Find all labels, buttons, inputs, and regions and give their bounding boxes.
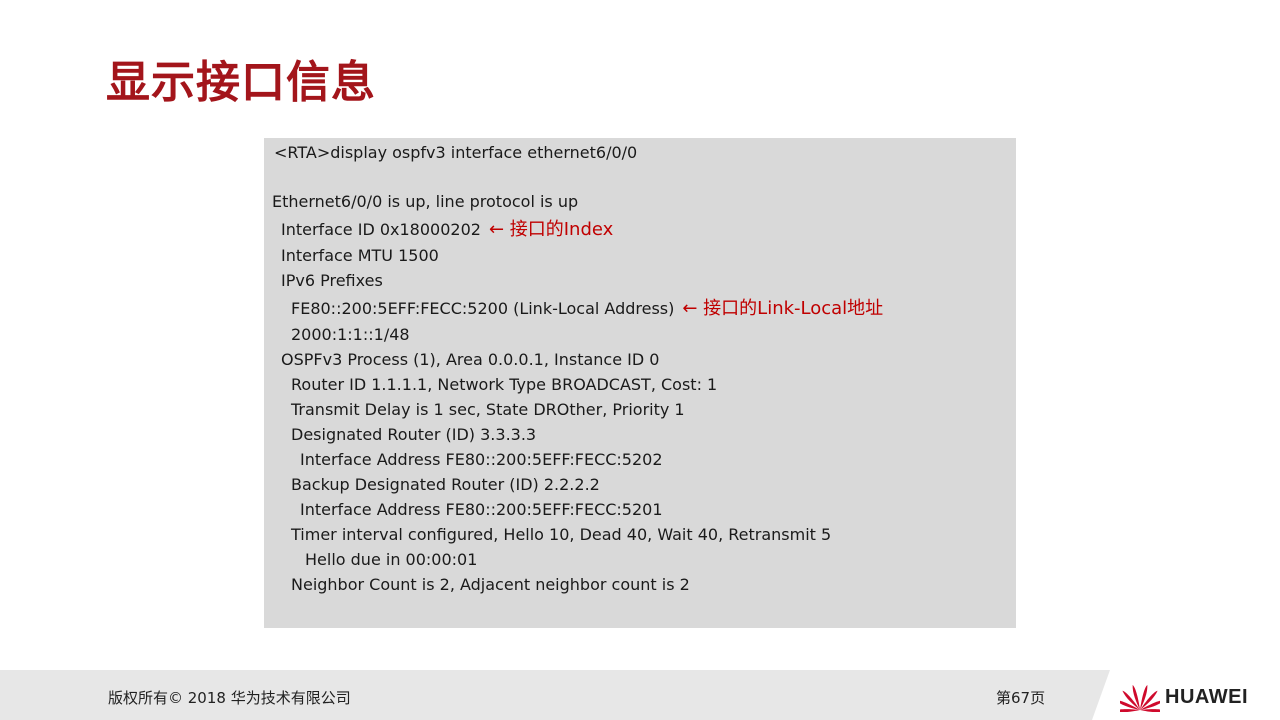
console-line: Ethernet6/0/0 is up, line protocol is up bbox=[272, 192, 578, 212]
console-line: Backup Designated Router (ID) 2.2.2.2 bbox=[291, 475, 600, 495]
console-line: FE80::200:5EFF:FECC:5200 (Link-Local Add… bbox=[291, 299, 883, 319]
brand-name: HUAWEI bbox=[1165, 686, 1248, 708]
console-line: 2000:1:1::1/48 bbox=[291, 325, 410, 345]
console-line: Hello due in 00:00:01 bbox=[305, 550, 477, 570]
huawei-logo-icon bbox=[1120, 684, 1160, 712]
console-line-text: Backup Designated Router (ID) 2.2.2.2 bbox=[291, 475, 600, 494]
console-line: Interface Address FE80::200:5EFF:FECC:52… bbox=[300, 450, 663, 470]
console-line: OSPFv3 Process (1), Area 0.0.0.1, Instan… bbox=[281, 350, 659, 370]
console-line: Interface MTU 1500 bbox=[281, 246, 439, 266]
console-line-text: 2000:1:1::1/48 bbox=[291, 325, 410, 344]
console-output-panel: <RTA>display ospfv3 interface ethernet6/… bbox=[264, 138, 1016, 628]
console-line: Timer interval configured, Hello 10, Dea… bbox=[291, 525, 831, 545]
console-line: Router ID 1.1.1.1, Network Type BROADCAS… bbox=[291, 375, 717, 395]
console-line-text: IPv6 Prefixes bbox=[281, 271, 383, 290]
copyright-text: 版权所有© 2018 华为技术有限公司 bbox=[108, 689, 351, 707]
console-line: Transmit Delay is 1 sec, State DROther, … bbox=[291, 400, 685, 420]
console-line-text: <RTA>display ospfv3 interface ethernet6/… bbox=[274, 143, 638, 162]
console-line-text: FE80::200:5EFF:FECC:5200 (Link-Local Add… bbox=[291, 299, 675, 318]
slide-title: 显示接口信息 bbox=[106, 57, 376, 108]
annotation-link-local: ← 接口的Link-Local地址 bbox=[682, 298, 884, 319]
console-line: Interface Address FE80::200:5EFF:FECC:52… bbox=[300, 500, 663, 520]
console-line-text: Designated Router (ID) 3.3.3.3 bbox=[291, 425, 537, 444]
console-line-text: Ethernet6/0/0 is up, line protocol is up bbox=[272, 192, 579, 211]
console-line-text: OSPFv3 Process (1), Area 0.0.0.1, Instan… bbox=[281, 350, 660, 369]
console-line-text: Transmit Delay is 1 sec, State DROther, … bbox=[291, 400, 685, 419]
console-line-text: Neighbor Count is 2, Adjacent neighbor c… bbox=[291, 575, 690, 594]
console-line-text: Interface Address FE80::200:5EFF:FECC:52… bbox=[300, 450, 663, 469]
console-line-text: Interface MTU 1500 bbox=[281, 246, 439, 265]
console-line-text: Interface ID 0x18000202 bbox=[281, 220, 481, 239]
console-line-text: Hello due in 00:00:01 bbox=[305, 550, 478, 569]
page-number: 第67页 bbox=[996, 689, 1046, 707]
console-line-text: Interface Address FE80::200:5EFF:FECC:52… bbox=[300, 500, 663, 519]
console-line: IPv6 Prefixes bbox=[281, 271, 383, 291]
console-line: Neighbor Count is 2, Adjacent neighbor c… bbox=[291, 575, 690, 595]
annotation-interface-index: ← 接口的Index bbox=[488, 219, 614, 240]
console-line: Interface ID 0x18000202 ← 接口的Index bbox=[281, 220, 613, 240]
console-line-command: <RTA>display ospfv3 interface ethernet6/… bbox=[274, 143, 637, 163]
console-line: Designated Router (ID) 3.3.3.3 bbox=[291, 425, 536, 445]
console-line-text: Router ID 1.1.1.1, Network Type BROADCAS… bbox=[291, 375, 718, 394]
console-line-text: Timer interval configured, Hello 10, Dea… bbox=[291, 525, 832, 544]
